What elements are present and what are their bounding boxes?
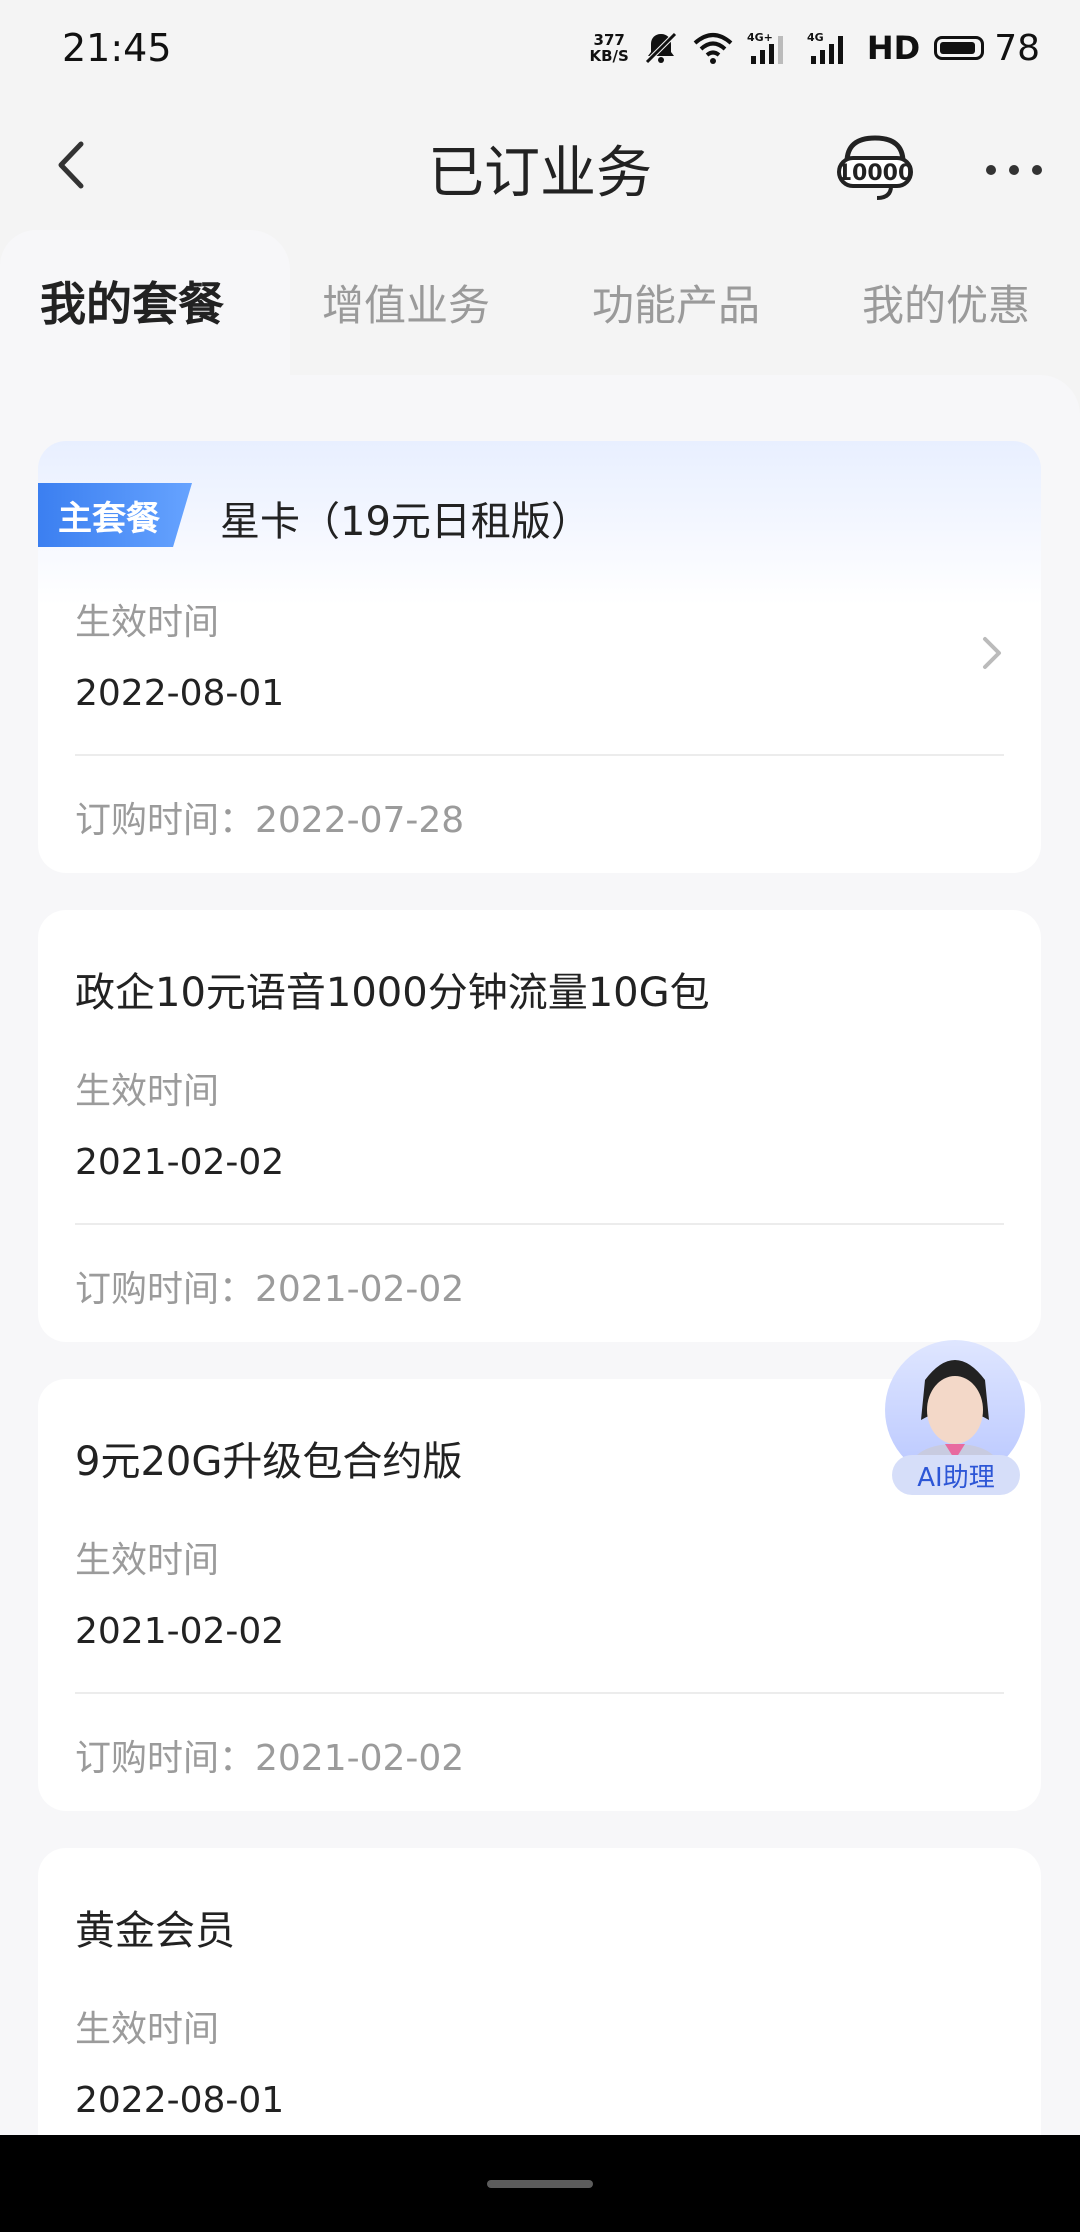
ai-assistant-label: AI助理 [892, 1455, 1020, 1495]
plan-title: 黄金会员 [75, 1908, 235, 1954]
network-speed: 377 KB/S [590, 32, 629, 64]
effective-time-label: 生效时间 [75, 602, 220, 643]
ai-assistant-button[interactable]: AI助理 [880, 1310, 1030, 1500]
card-divider [75, 1223, 1004, 1225]
network-speed-value: 377 [593, 31, 625, 49]
customer-service-10000-icon: 10000 [837, 135, 914, 200]
plan-title: 星卡（19元日租版） [220, 499, 591, 545]
network-speed-unit: KB/S [589, 47, 629, 65]
svg-text:4G: 4G [807, 31, 824, 44]
chevron-left-icon [58, 141, 84, 189]
order-time: 订购时间：2021-02-02 [75, 1738, 465, 1779]
card-divider [75, 754, 1004, 756]
more-button[interactable] [974, 140, 1054, 200]
mute-bell-icon [645, 32, 677, 64]
effective-time-label: 生效时间 [75, 1540, 220, 1581]
home-gesture-handle[interactable] [487, 2180, 593, 2188]
main-plan-badge: 主套餐 [38, 483, 192, 547]
battery-level: 78 [994, 27, 1040, 69]
wifi-icon [693, 33, 733, 64]
signal-4gplus-icon: 4G+ [747, 31, 783, 64]
order-time: 订购时间：2021-02-02 [75, 1269, 465, 1310]
effective-date: 2022-08-01 [75, 2080, 285, 2121]
page-title: 已订业务 [428, 141, 652, 206]
tab-function-products[interactable]: 功能产品 [592, 272, 760, 333]
battery: 78 [934, 28, 1040, 69]
effective-date: 2021-02-02 [75, 1611, 285, 1652]
order-time: 订购时间：2022-07-28 [75, 800, 465, 841]
customer-service-button[interactable]: 10000 [832, 130, 918, 206]
status-icons: 377 KB/S 4G+ 4G HD 78 [590, 28, 1041, 69]
svg-text:4G+: 4G+ [747, 31, 773, 44]
effective-time-label: 生效时间 [75, 2009, 220, 2050]
tab-my-plan[interactable]: 我的套餐 [40, 268, 224, 334]
tab-bar: 我的套餐 增值业务 功能产品 我的优惠 [0, 230, 1080, 375]
svg-text:10000: 10000 [837, 161, 914, 186]
hd-indicator: HD [866, 29, 921, 67]
system-navigation-bar [0, 2135, 1080, 2232]
plan-card[interactable]: 政企10元语音1000分钟流量10G包 生效时间 2021-02-02 订购时间… [38, 910, 1041, 1342]
nav-bar: 已订业务 10000 [0, 110, 1080, 220]
effective-time-label: 生效时间 [75, 1071, 220, 1112]
chevron-right-icon [971, 633, 1011, 673]
tab-value-added[interactable]: 增值业务 [322, 272, 490, 333]
plan-title: 9元20G升级包合约版 [75, 1439, 463, 1485]
status-bar: 21:45 377 KB/S 4G+ 4G HD 78 [0, 0, 1080, 96]
tab-my-discounts[interactable]: 我的优惠 [862, 272, 1030, 333]
effective-date: 2021-02-02 [75, 1142, 285, 1183]
card-divider [75, 1692, 1004, 1694]
back-button[interactable] [40, 130, 100, 200]
signal-4g-icon: 4G [807, 31, 843, 64]
plan-title: 政企10元语音1000分钟流量10G包 [75, 970, 710, 1016]
plan-card-main[interactable]: 主套餐 星卡（19元日租版） 生效时间 2022-08-01 订购时间：2022… [38, 441, 1041, 873]
more-dots-icon [986, 165, 1042, 175]
effective-date: 2022-08-01 [75, 673, 285, 714]
status-time: 21:45 [62, 26, 172, 70]
battery-icon [934, 36, 985, 60]
